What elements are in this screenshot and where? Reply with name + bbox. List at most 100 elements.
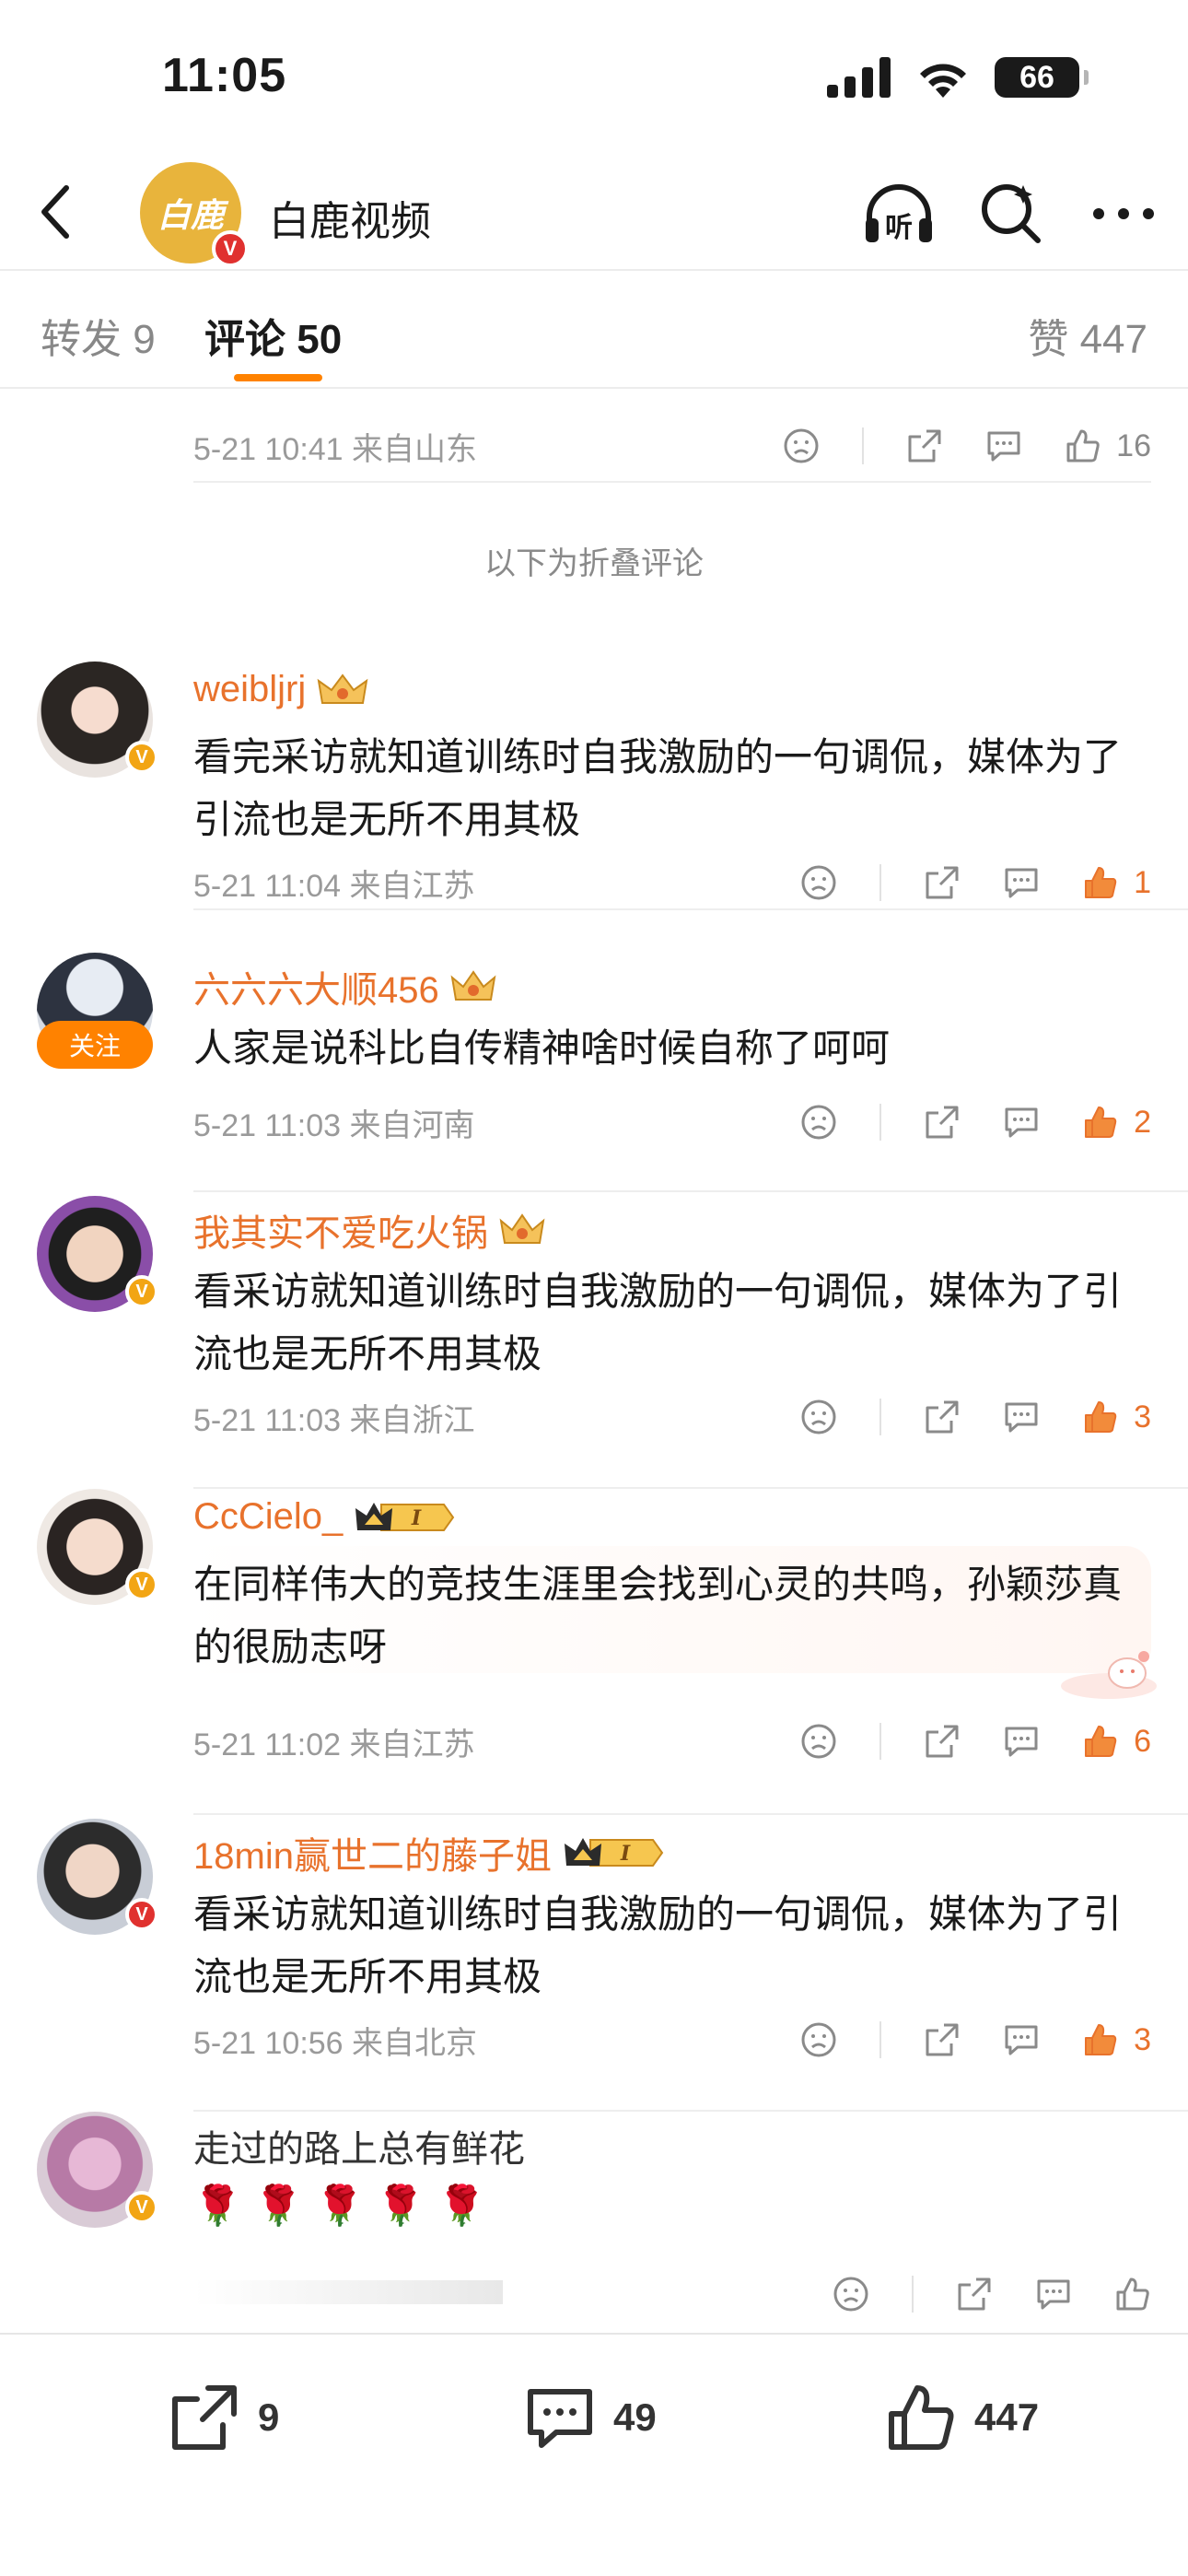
comment-meta-row: 5-21 11:03 来自河南 2 bbox=[193, 1095, 1151, 1150]
like-button[interactable]: 1 bbox=[1082, 864, 1151, 901]
share-button[interactable] bbox=[924, 1399, 961, 1435]
like-button[interactable] bbox=[1114, 2276, 1151, 2313]
reply-button[interactable] bbox=[1035, 2276, 1072, 2313]
comment-date: 5-21 10:56 来自北京 bbox=[193, 2025, 478, 2061]
reply-button[interactable] bbox=[1003, 864, 1040, 901]
like-button[interactable]: 2 bbox=[1082, 1104, 1151, 1141]
crown-badge-icon bbox=[499, 1213, 545, 1244]
comment-meta-row: 5-21 11:03 来自浙江 3 bbox=[193, 1389, 1151, 1445]
avatar[interactable]: V bbox=[37, 662, 158, 778]
tab-likes[interactable]: 赞 447 bbox=[1028, 306, 1147, 365]
repost-button[interactable]: 9 bbox=[169, 2383, 279, 2453]
share-icon bbox=[926, 866, 959, 899]
comment-actions bbox=[833, 2276, 1151, 2313]
folded-comments-label: 以下为折叠评论 bbox=[484, 546, 704, 581]
like-count: 1 bbox=[1134, 864, 1151, 900]
comment-icon bbox=[1005, 1727, 1038, 1757]
reply-button[interactable] bbox=[1003, 1399, 1040, 1435]
like-button[interactable]: 447 bbox=[886, 2383, 1039, 2453]
comment-date: 5-21 11:03 来自河南 bbox=[193, 1107, 475, 1143]
share-button[interactable] bbox=[924, 864, 961, 901]
more-button[interactable] bbox=[1087, 177, 1160, 251]
headphones-icon: 听 bbox=[866, 184, 932, 244]
tab-repost[interactable]: 转发 9 bbox=[41, 306, 156, 365]
thumbs-up-filled-icon bbox=[1085, 867, 1117, 898]
comment-list[interactable]: 5-21 10:41 来自山东 16 以下为折叠评论 V weibljrj 看完… bbox=[0, 391, 1188, 2333]
comment-date: 5-21 11:03 来自浙江 bbox=[193, 1402, 475, 1438]
dislike-button[interactable] bbox=[800, 1399, 837, 1435]
thumbs-up-filled-icon bbox=[1085, 1401, 1117, 1433]
like-button[interactable]: 3 bbox=[1082, 1399, 1151, 1435]
comment-actions: 2 bbox=[800, 1104, 1151, 1141]
like-count: 447 bbox=[974, 2395, 1040, 2439]
comment-icon bbox=[1005, 1402, 1038, 1433]
comment-item: V 走过的路上总有鲜花 🌹🌹🌹🌹🌹 bbox=[0, 2112, 1188, 2333]
crown-member-badge-icon: I bbox=[564, 1838, 664, 1867]
verified-badge-icon: V bbox=[125, 1568, 158, 1601]
like-count: 6 bbox=[1134, 1723, 1151, 1759]
follow-button[interactable]: 关注 bbox=[37, 1021, 153, 1069]
comment-icon bbox=[1005, 1107, 1038, 1138]
share-button[interactable] bbox=[924, 1104, 961, 1141]
member-badge: I bbox=[563, 1834, 664, 1871]
search-button[interactable] bbox=[974, 177, 1048, 251]
reply-button[interactable] bbox=[1003, 1104, 1040, 1141]
action-separator bbox=[912, 2276, 914, 2313]
repost-count: 9 bbox=[258, 2395, 280, 2439]
back-button[interactable] bbox=[28, 184, 83, 240]
comment-date: 5-21 10:41 来自山东 bbox=[193, 431, 478, 467]
tab-comments[interactable]: 评论 50 bbox=[204, 306, 342, 365]
action-separator bbox=[879, 1104, 882, 1141]
comment-button[interactable]: 49 bbox=[525, 2383, 657, 2453]
avatar[interactable]: V bbox=[37, 2112, 158, 2228]
sad-face-icon bbox=[784, 428, 819, 463]
listen-button[interactable]: 听 bbox=[862, 177, 936, 251]
reply-button[interactable] bbox=[1003, 1723, 1040, 1760]
share-button[interactable] bbox=[906, 427, 943, 464]
page-title[interactable]: 白鹿视频 bbox=[269, 188, 431, 247]
dislike-button[interactable] bbox=[800, 1104, 837, 1141]
comment-text: 看完采访就知道训练时自我激励的一句调侃，媒体为了引流也是无所不用其极 bbox=[193, 735, 1123, 841]
avatar[interactable]: V bbox=[37, 1489, 158, 1605]
avatar[interactable]: V bbox=[37, 1196, 158, 1312]
username[interactable]: CcCielo_ I bbox=[193, 1496, 455, 1538]
comment-divider bbox=[193, 908, 1188, 910]
username[interactable]: weibljrj bbox=[193, 669, 368, 710]
username[interactable]: 六六六大顺456 bbox=[193, 960, 496, 1013]
account-avatar[interactable]: 白鹿 V bbox=[140, 162, 249, 267]
username[interactable]: 走过的路上总有鲜花 bbox=[193, 2119, 525, 2172]
reply-button[interactable] bbox=[1003, 2021, 1040, 2058]
comment-actions: 1 bbox=[800, 864, 1151, 901]
share-button[interactable] bbox=[956, 2276, 993, 2313]
comment-item: V weibljrj 看完采访就知道训练时自我激励的一句调侃，媒体为了引流也是无… bbox=[0, 662, 1188, 910]
like-button[interactable]: 3 bbox=[1082, 2021, 1151, 2058]
share-button[interactable] bbox=[924, 1723, 961, 1760]
wifi-icon bbox=[920, 64, 966, 98]
comment-item: 关注 六六六大顺456 人家是说科比自传精神啥时候自称了呵呵 5-21 11:0… bbox=[0, 953, 1188, 1201]
dislike-button[interactable] bbox=[800, 864, 837, 901]
share-icon bbox=[958, 2277, 991, 2311]
crown-member-badge-icon: I bbox=[355, 1502, 455, 1531]
like-button[interactable]: 16 bbox=[1065, 427, 1151, 464]
username[interactable]: 我其实不爱吃火锅 bbox=[193, 1203, 545, 1257]
comment-divider bbox=[193, 1190, 1188, 1192]
dislike-button[interactable] bbox=[783, 427, 820, 464]
action-separator bbox=[879, 1399, 882, 1435]
sad-face-icon bbox=[833, 2277, 868, 2312]
username[interactable]: 18min赢世二的藤子姐 I bbox=[193, 1826, 664, 1879]
sad-face-icon bbox=[801, 1724, 836, 1759]
dislike-button[interactable] bbox=[800, 1723, 837, 1760]
like-button[interactable]: 6 bbox=[1082, 1723, 1151, 1760]
dislike-button[interactable] bbox=[833, 2276, 869, 2313]
bottom-action-bar: 9 49 447 bbox=[0, 2333, 1188, 2576]
comment-meta-row bbox=[193, 2266, 1151, 2322]
dislike-button[interactable] bbox=[800, 2021, 837, 2058]
verified-badge-icon: V bbox=[125, 2191, 158, 2224]
status-time: 11:05 bbox=[162, 49, 287, 102]
share-icon bbox=[926, 1725, 959, 1758]
thumbs-up-filled-icon bbox=[1085, 2024, 1117, 2055]
share-button[interactable] bbox=[924, 2021, 961, 2058]
reply-button[interactable] bbox=[985, 427, 1022, 464]
comment-meta-row: 5-21 10:56 来自北京 3 bbox=[193, 2012, 1151, 2067]
avatar[interactable]: V bbox=[37, 1819, 158, 1935]
